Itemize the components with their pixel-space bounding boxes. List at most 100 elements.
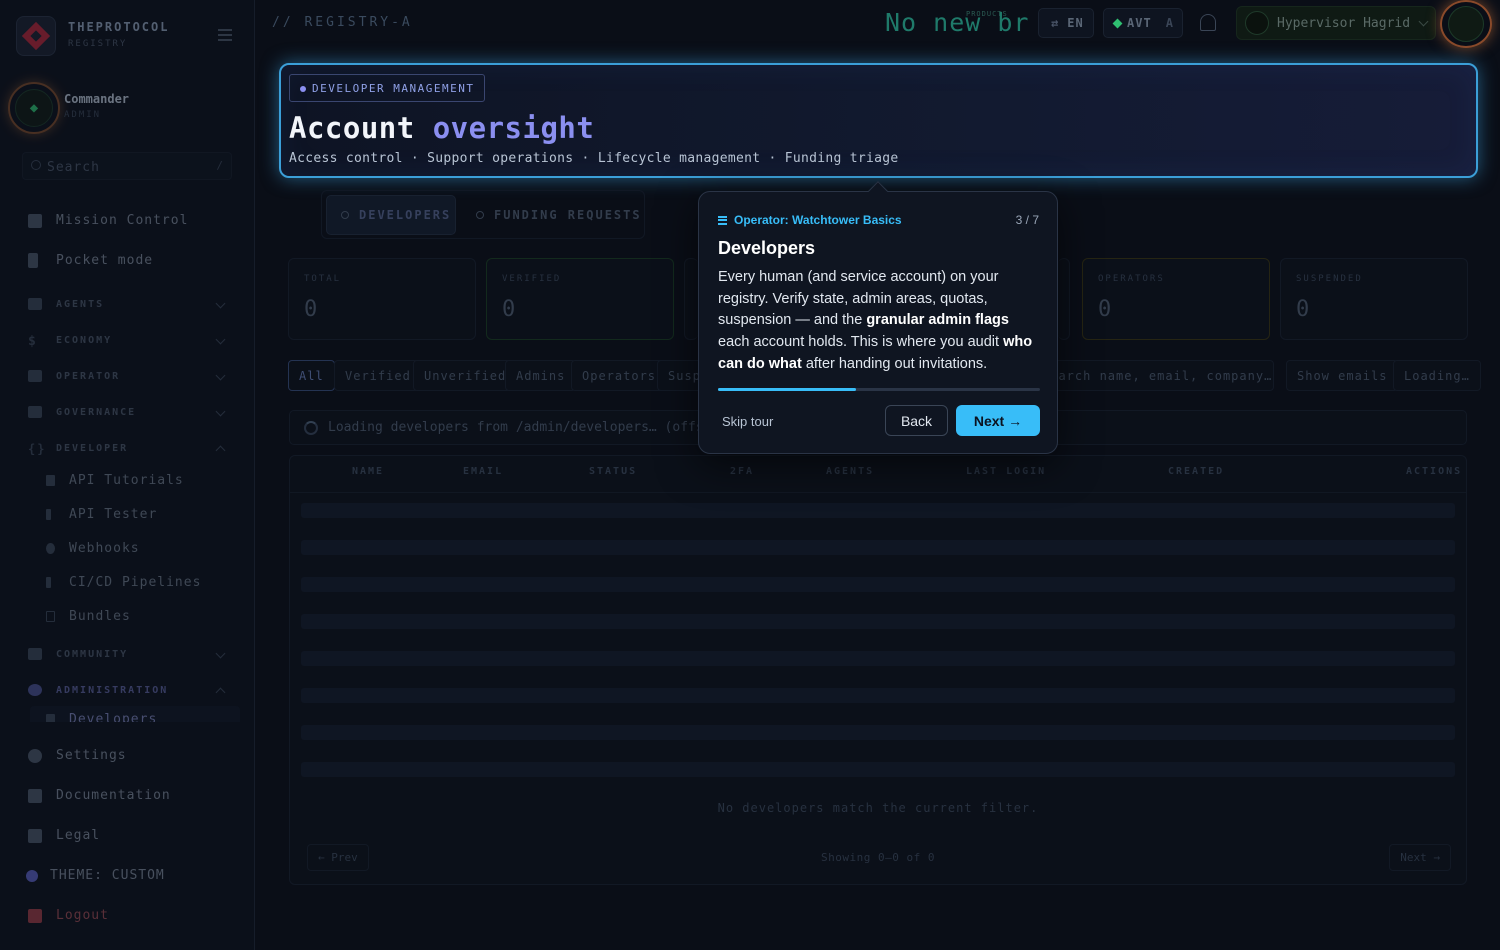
section-economy[interactable]: $ ECONOMY	[28, 334, 228, 349]
hero-panel: DEVELOPER MANAGEMENT Account oversight A…	[279, 63, 1478, 178]
stat-value: 0	[1296, 297, 1310, 322]
column-header: STATUS	[589, 466, 638, 477]
section-label: ADMINISTRATION	[56, 684, 169, 696]
sidebar-item-webhooks[interactable]: Webhooks	[46, 541, 140, 556]
section-developer[interactable]: {} DEVELOPER	[28, 442, 228, 456]
logo[interactable]	[16, 16, 56, 56]
section-agents[interactable]: AGENTS	[28, 298, 228, 310]
sidebar-item-developers[interactable]: Developers	[30, 706, 240, 722]
next-page-button[interactable]: Next →	[1389, 844, 1451, 871]
nav-label: Legal	[56, 828, 101, 843]
sidebar-item-legal[interactable]: Legal	[28, 828, 100, 843]
translate-icon: ⇄	[1051, 16, 1060, 30]
skeleton-row	[301, 688, 1455, 703]
filter-suspended[interactable]: Suspe	[657, 360, 698, 391]
loading-button[interactable]: Loading…	[1393, 360, 1481, 391]
section-badge: DEVELOPER MANAGEMENT	[289, 74, 486, 102]
tour-title: Developers	[718, 238, 816, 258]
sidebar-search[interactable]: /	[22, 152, 232, 180]
skeleton-row	[301, 503, 1455, 518]
book-icon	[28, 788, 42, 803]
stat-label: SUSPENDED	[1296, 274, 1363, 284]
nav-label: API Tester	[69, 507, 158, 522]
brand-subtitle: REGISTRY	[68, 39, 128, 49]
currency-label: AVT	[1127, 16, 1152, 30]
sidebar-item-pocket-mode[interactable]: Pocket mode	[28, 253, 153, 268]
filter-operators[interactable]: Operators	[571, 360, 668, 391]
sidebar-item-api-tutorials[interactable]: API Tutorials	[46, 473, 184, 488]
logout-icon	[28, 908, 42, 923]
sidebar-item-api-tester[interactable]: API Tester	[46, 507, 157, 522]
section-community[interactable]: COMMUNITY	[28, 648, 228, 660]
nav-label: Settings	[56, 748, 127, 763]
avatar-icon	[1448, 6, 1484, 42]
tab-funding-requests[interactable]: FUNDING REQUESTS	[462, 195, 642, 235]
sidebar-item-settings[interactable]: Settings	[28, 748, 127, 763]
filter-label: Operators	[582, 368, 657, 383]
user-avatar-small	[1245, 11, 1269, 35]
language-label: EN	[1067, 16, 1084, 30]
users-icon	[28, 648, 42, 660]
tab-dot-icon	[476, 211, 484, 219]
nav-label: Pocket mode	[56, 253, 154, 268]
brand-name: THEPROTOCOL	[68, 20, 170, 34]
user-menu[interactable]: Hypervisor Hagrid	[1236, 6, 1436, 40]
language-switch[interactable]: ⇄ EN	[1038, 8, 1094, 38]
header-divider	[290, 492, 1466, 493]
section-administration[interactable]: ADMINISTRATION	[28, 684, 228, 698]
filter-label: Suspe	[668, 368, 698, 383]
grid-icon	[28, 213, 42, 228]
back-button[interactable]: Back	[885, 405, 948, 436]
section-governance[interactable]: GOVERNANCE	[28, 406, 228, 418]
filter-admins[interactable]: Admins	[505, 360, 577, 391]
next-button[interactable]: Next →	[956, 405, 1040, 436]
stat-total: TOTAL 0	[288, 258, 476, 340]
stat-label: OPERATORS	[1098, 274, 1165, 284]
topbar-title: // REGISTRY-A	[272, 15, 413, 30]
search-input[interactable]	[47, 157, 197, 177]
page-title: Account oversight	[289, 111, 594, 145]
sidebar-item-documentation[interactable]: Documentation	[28, 788, 171, 803]
filter-unverified[interactable]: Unverified	[413, 360, 518, 391]
show-emails-button[interactable]: Show emails	[1286, 360, 1399, 391]
currency-badge[interactable]: AVT A	[1103, 8, 1183, 38]
logout-button[interactable]: Logout	[28, 908, 109, 923]
title-plain: Account	[289, 111, 415, 145]
table-search-placeholder: Search name, email, company…	[1056, 368, 1273, 383]
braces-icon: {}	[28, 442, 47, 456]
news-ticker: No new br	[885, 8, 1030, 37]
spinner-icon	[304, 420, 318, 435]
table-search-input[interactable]: Search name, email, company…	[1056, 360, 1274, 391]
section-operator[interactable]: OPERATOR	[28, 370, 228, 382]
robot-icon	[28, 298, 42, 310]
profile-avatar[interactable]	[1440, 0, 1492, 48]
document-icon	[28, 828, 42, 843]
tab-developers[interactable]: DEVELOPERS	[326, 195, 456, 235]
bell-icon[interactable]	[1200, 14, 1216, 31]
skeleton-row	[301, 725, 1455, 740]
collapse-sidebar-icon[interactable]	[218, 29, 232, 41]
tour-kicker: Operator: Watchtower Basics	[718, 213, 902, 227]
user-avatar[interactable]: ◆	[8, 82, 60, 134]
sidebar-item-cicd[interactable]: CI/CD Pipelines	[46, 575, 201, 590]
filter-verified[interactable]: Verified	[334, 360, 422, 391]
theme-toggle[interactable]: THEME: CUSTOM	[26, 868, 165, 883]
chevron-up-icon	[215, 687, 226, 698]
tour-body: Every human (and service account) on you…	[718, 267, 1044, 376]
filter-all[interactable]: All	[288, 360, 335, 391]
phone-icon	[28, 253, 38, 268]
stat-operators: OPERATORS 0	[1082, 258, 1270, 340]
sidebar-item-bundles[interactable]: Bundles	[46, 609, 131, 624]
sidebar-item-developers-label: Developers	[46, 712, 157, 722]
sidebar-item-mission-control[interactable]: Mission Control	[28, 213, 188, 228]
stat-card-hidden-2	[1058, 258, 1070, 340]
skip-tour-button[interactable]: Skip tour	[722, 414, 773, 429]
column-header: LAST LOGIN	[966, 466, 1047, 477]
nav-label: Developers	[69, 712, 158, 722]
server-icon	[718, 215, 727, 225]
tour-body-text: each account holds. This is where you au…	[718, 334, 1004, 351]
column-header: AGENTS	[826, 466, 875, 477]
developers-table: NAME EMAIL STATUS 2FA AGENTS LAST LOGIN …	[289, 455, 1467, 885]
tour-step-counter: 3 / 7	[1015, 213, 1039, 227]
skeleton-row	[301, 577, 1455, 592]
